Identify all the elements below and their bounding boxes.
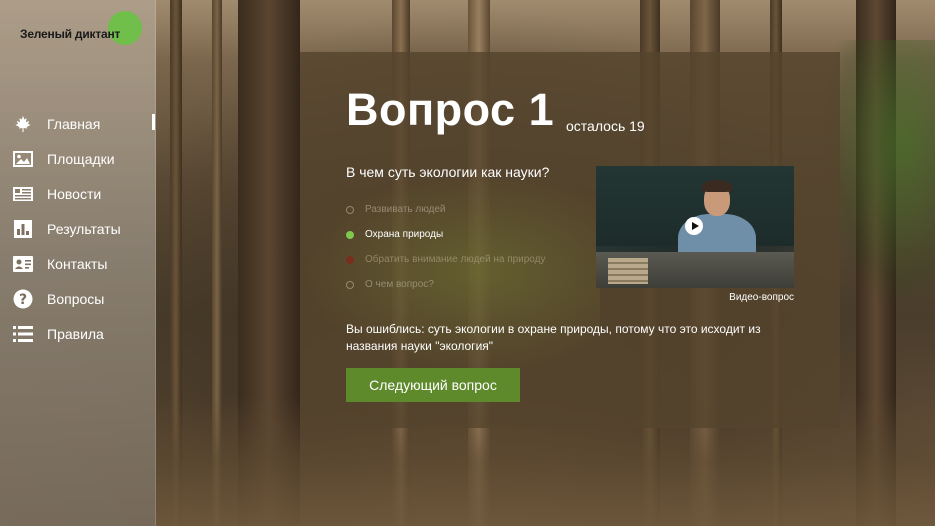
sidebar-item-label: Правила bbox=[47, 325, 104, 342]
video-thumbnail-hair bbox=[702, 180, 732, 192]
next-question-button[interactable]: Следующий вопрос bbox=[346, 368, 520, 402]
radio-dot bbox=[346, 280, 354, 289]
sidebar-item-home[interactable]: Главная bbox=[0, 106, 155, 141]
answer-explanation: Вы ошиблись: суть экологии в охране прир… bbox=[346, 322, 761, 353]
sidebar-nav: Главная Площадки Новости Результаты Конт… bbox=[0, 106, 155, 351]
sidebar-item-venues[interactable]: Площадки bbox=[0, 141, 155, 176]
sidebar-item-label: Новости bbox=[47, 185, 102, 202]
play-icon[interactable] bbox=[685, 217, 703, 235]
bar-chart-icon bbox=[13, 219, 33, 239]
sidebar-item-label: Контакты bbox=[47, 255, 108, 272]
sidebar-item-results[interactable]: Результаты bbox=[0, 211, 155, 246]
answer-option-correct[interactable]: Охрана природы bbox=[346, 222, 546, 247]
maple-leaf-icon bbox=[13, 114, 33, 134]
question-circle-icon: ? bbox=[13, 289, 33, 309]
sidebar-item-label: Результаты bbox=[47, 220, 121, 237]
answer-label: Охрана природы bbox=[365, 229, 444, 240]
foliage bbox=[825, 40, 935, 300]
sidebar-item-news[interactable]: Новости bbox=[0, 176, 155, 211]
logo-text[interactable]: Зеленый диктант bbox=[20, 27, 120, 41]
list-icon bbox=[13, 324, 33, 344]
sidebar-item-questions[interactable]: ? Вопросы bbox=[0, 281, 155, 316]
answer-option[interactable]: Развивать людей bbox=[346, 197, 546, 222]
sidebar-item-label: Площадки bbox=[47, 150, 115, 167]
answer-label: О чем вопрос? bbox=[365, 279, 434, 290]
sidebar-item-contacts[interactable]: Контакты bbox=[0, 246, 155, 281]
sidebar: Зеленый диктант Главная Площадки Новости… bbox=[0, 0, 156, 526]
answer-label: Развивать людей bbox=[365, 204, 446, 215]
image-icon bbox=[13, 149, 33, 169]
answer-options: Развивать людей Охрана природы Обратить … bbox=[346, 197, 546, 297]
radio-dot bbox=[346, 230, 354, 239]
sidebar-item-label: Вопросы bbox=[47, 290, 105, 307]
radio-dot bbox=[346, 255, 354, 264]
sidebar-item-label: Главная bbox=[47, 115, 101, 132]
video-caption: Видео-вопрос bbox=[729, 292, 794, 303]
question-text: В чем суть экологии как науки? bbox=[346, 164, 550, 180]
news-icon bbox=[13, 184, 33, 204]
answer-label: Обратить внимание людей на природу bbox=[365, 254, 546, 265]
question-title: Вопрос 1 bbox=[346, 84, 555, 135]
answer-option-wrong[interactable]: Обратить внимание людей на природу bbox=[346, 247, 546, 272]
sidebar-item-rules[interactable]: Правила bbox=[0, 316, 155, 351]
contact-card-icon bbox=[13, 254, 33, 274]
video-thumbnail-books bbox=[608, 258, 648, 284]
questions-remaining: осталось 19 bbox=[566, 118, 645, 134]
radio-dot bbox=[346, 205, 354, 214]
answer-option[interactable]: О чем вопрос? bbox=[346, 272, 546, 297]
question-card: Вопрос 1 осталось 19 В чем суть экологии… bbox=[300, 52, 840, 428]
svg-text:?: ? bbox=[19, 292, 27, 308]
video-player[interactable] bbox=[596, 166, 794, 288]
